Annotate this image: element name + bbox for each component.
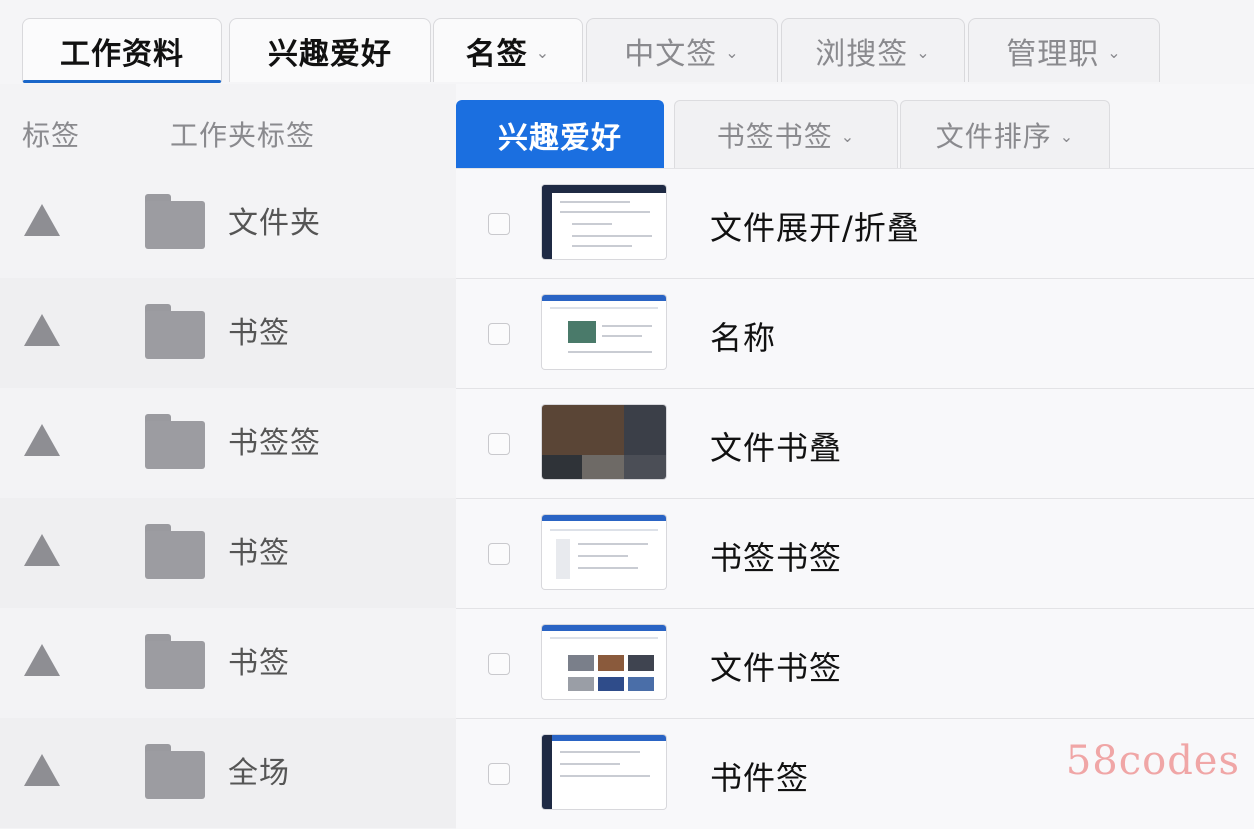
folder-icon (145, 524, 205, 580)
folder-icon (145, 194, 205, 250)
expand-triangle-icon[interactable] (24, 314, 60, 346)
list-item[interactable]: 书签书签 (456, 498, 1254, 609)
subtab-label: 书签书签 (716, 119, 833, 153)
sidebar-item-bookmark-tag[interactable]: 书签签 (0, 388, 456, 498)
expand-triangle-icon[interactable] (24, 754, 60, 786)
chevron-down-icon: ⌄ (916, 43, 931, 62)
list-item-title: 名称 (710, 319, 777, 357)
list-item[interactable]: 文件展开/折叠 (456, 168, 1254, 279)
subtab-hobbies[interactable]: 兴趣爱好 (456, 100, 664, 168)
row-checkbox[interactable] (488, 213, 510, 235)
photo-thumbnail (542, 405, 666, 479)
expand-triangle-icon[interactable] (24, 424, 60, 456)
list-item-title: 文件展开/折叠 (710, 209, 920, 247)
sidebar-item-label: 书签 (228, 316, 290, 351)
chevron-down-icon: ⌄ (725, 43, 740, 62)
page-thumbnail (542, 515, 666, 589)
expand-triangle-icon[interactable] (24, 534, 60, 566)
chevron-down-icon: ⌄ (535, 43, 551, 62)
chevron-down-icon: ⌄ (1059, 127, 1075, 146)
list-item-title: 文件书叠 (710, 429, 843, 467)
chevron-down-icon: ⌄ (1107, 43, 1122, 62)
tab-management[interactable]: 管理职 ⌄ (968, 18, 1160, 82)
list-item[interactable]: 名称 (456, 278, 1254, 389)
page-thumbnail (542, 735, 666, 809)
subtab-label: 文件排序 (935, 119, 1052, 153)
list-item[interactable]: 文件书叠 (456, 388, 1254, 499)
expand-triangle-icon[interactable] (24, 204, 60, 236)
row-checkbox[interactable] (488, 433, 510, 455)
page-thumbnail (542, 625, 666, 699)
tab-label: 工作资料 (60, 36, 184, 72)
column-header-tag: 标签 (22, 119, 81, 152)
tab-chinese-tags[interactable]: 中文签 ⌄ (586, 18, 778, 82)
subtab-bookmarks[interactable]: 书签书签 ⌄ (674, 100, 898, 168)
sidebar-item-label: 文件夹 (228, 206, 321, 241)
top-tab-bar: 工作资料 兴趣爱好 名签 ⌄ 中文签 ⌄ 浏搜签 ⌄ 管理职 ⌄ (0, 0, 1254, 85)
sidebar-item-label: 书签签 (228, 426, 321, 461)
column-header-folder-tag: 工作夹标签 (170, 119, 316, 152)
page-thumbnail (542, 295, 666, 369)
folder-icon (145, 414, 205, 470)
chevron-down-icon: ⌄ (840, 127, 856, 146)
list-item-title: 书签书签 (710, 539, 843, 577)
tab-label: 浏搜签 (815, 36, 909, 72)
sidebar-item-label: 全场 (228, 756, 290, 791)
expand-triangle-icon[interactable] (24, 644, 60, 676)
sidebar-item-bookmark[interactable]: 书签 (0, 278, 456, 388)
list-item[interactable]: 文件书签 (456, 608, 1254, 719)
sidebar-item-label: 书签 (228, 536, 290, 571)
subtab-label: 兴趣爱好 (498, 120, 622, 156)
list-item-title: 文件书签 (710, 649, 843, 687)
tab-browse-tags[interactable]: 浏搜签 ⌄ (781, 18, 965, 82)
page-thumbnail (542, 185, 666, 259)
sidebar-item-folder[interactable]: 文件夹 (0, 168, 456, 278)
tab-hobbies[interactable]: 兴趣爱好 (229, 18, 431, 82)
sidebar-item-bookmark[interactable]: 书签 (0, 608, 456, 718)
tab-label: 兴趣爱好 (268, 36, 392, 72)
subtab-file-sort[interactable]: 文件排序 ⌄ (900, 100, 1110, 168)
tab-work-materials[interactable]: 工作资料 (22, 18, 222, 83)
bookmark-list-panel: 兴趣爱好 书签书签 ⌄ 文件排序 ⌄ 文件展开/折叠 名称 文件书叠 书签书签 … (456, 84, 1254, 829)
tab-label: 名签 (465, 36, 528, 72)
watermark: 58codes (1065, 738, 1240, 784)
sidebar-item-all[interactable]: 全场 (0, 718, 456, 828)
tab-label: 管理职 (1006, 36, 1100, 72)
row-checkbox[interactable] (488, 653, 510, 675)
tab-name-tags[interactable]: 名签 ⌄ (433, 18, 583, 82)
row-checkbox[interactable] (488, 763, 510, 785)
list-item-title: 书件签 (710, 759, 810, 797)
folder-icon (145, 304, 205, 360)
tab-label: 中文签 (624, 36, 718, 72)
sidebar-item-label: 书签 (228, 646, 290, 681)
sidebar-item-bookmark[interactable]: 书签 (0, 498, 456, 608)
row-checkbox[interactable] (488, 543, 510, 565)
row-checkbox[interactable] (488, 323, 510, 345)
folder-sidebar: 标签 工作夹标签 文件夹 书签 书签签 书签 书签 全场 (0, 84, 456, 828)
folder-icon (145, 634, 205, 690)
sub-tab-bar: 兴趣爱好 书签书签 ⌄ 文件排序 ⌄ (456, 84, 1254, 168)
